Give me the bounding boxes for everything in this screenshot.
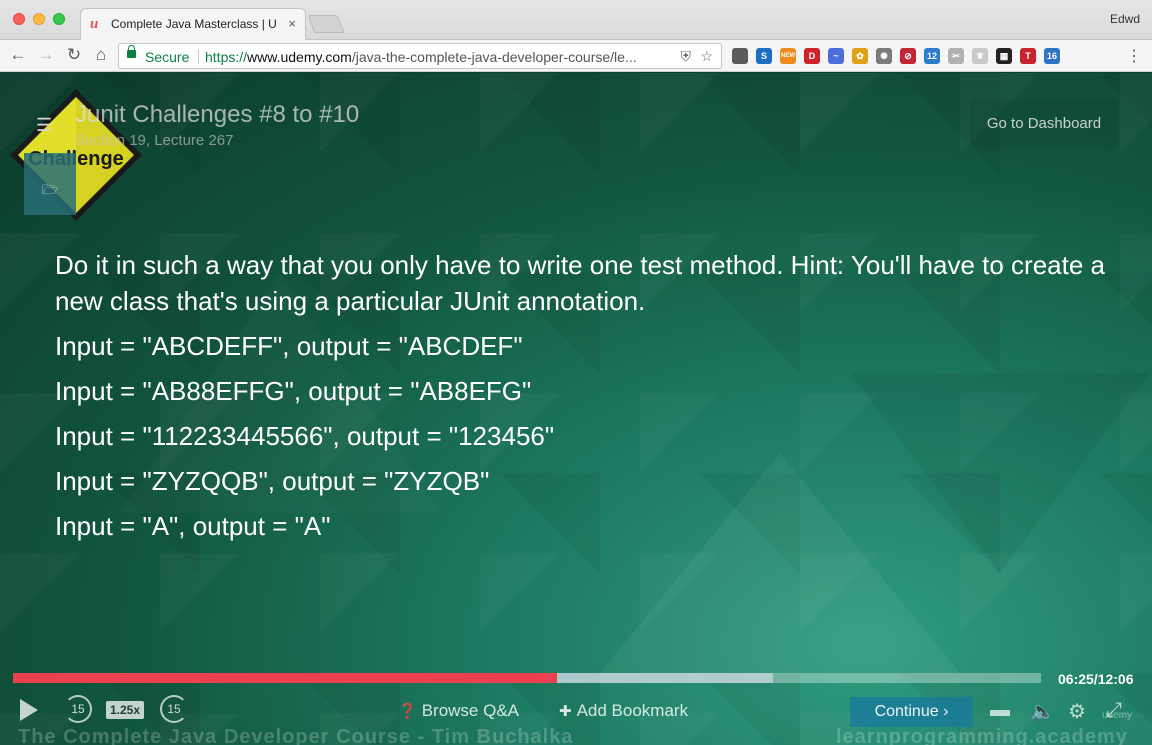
red-d-icon[interactable]: D xyxy=(804,48,820,64)
browser-tab-active[interactable]: u Complete Java Masterclass | U × xyxy=(80,8,306,40)
url-host: www.udemy.com xyxy=(247,49,352,65)
play-icon[interactable] xyxy=(20,699,38,721)
add-bookmark-label: Add Bookmark xyxy=(576,701,689,720)
s-icon[interactable]: S xyxy=(756,48,772,64)
block-icon[interactable]: ⊘ xyxy=(900,48,916,64)
new-badge-icon[interactable]: NEW xyxy=(780,48,796,64)
browser-menu-icon[interactable]: ⋮ xyxy=(1126,46,1142,66)
captions-icon[interactable]: ▬ xyxy=(990,699,1010,722)
site-extension-icon[interactable]: ⛨ xyxy=(681,48,692,65)
window-minimize-button[interactable] xyxy=(33,13,45,25)
lecture-title: Junit Challenges #8 to #10 xyxy=(75,101,360,128)
grid-icon[interactable]: ▦ xyxy=(996,48,1012,64)
new-tab-button[interactable] xyxy=(307,15,345,33)
settings-gear-icon[interactable]: ⚙ xyxy=(1068,699,1086,724)
slide-content: Do it in such a way that you only have t… xyxy=(55,247,1105,553)
secure-label: Secure xyxy=(145,49,190,65)
reload-icon[interactable]: ↻ xyxy=(64,45,84,65)
bookmark-star-icon[interactable]: ☆ xyxy=(700,48,713,65)
browser-titlebar: u Complete Java Masterclass | U × Edwd xyxy=(0,0,1152,40)
add-bookmark-button[interactable]: ✚ Add Bookmark xyxy=(559,701,688,721)
slide-example-line: Input = "ZYZQQB", output = "ZYZQB" xyxy=(55,466,490,496)
slide-example-line: Input = "ABCDEFF", output = "ABCDEF" xyxy=(55,331,523,361)
window-close-button[interactable] xyxy=(13,13,25,25)
slide-hint-text: Do it in such a way that you only have t… xyxy=(55,250,1105,316)
extensions-bar: S NEW D ~ ✿ ✺ ⊘ 12 ✂ ❦ ▦ T 16 xyxy=(732,45,1060,67)
browse-qa-label: Browse Q&A xyxy=(421,701,519,720)
go-to-dashboard-button[interactable]: Go to Dashboard xyxy=(970,99,1118,149)
s12-icon[interactable]: 12 xyxy=(924,48,940,64)
slide-example-line: Input = "A", output = "A" xyxy=(55,511,331,541)
udemy-favicon-icon: u xyxy=(90,16,99,32)
url-text[interactable]: https://www.udemy.com/java-the-complete-… xyxy=(205,49,665,65)
calendar16-icon[interactable]: 16 xyxy=(1044,48,1060,64)
multicolor-icon[interactable]: ✿ xyxy=(852,48,868,64)
evernote-icon[interactable] xyxy=(732,48,748,64)
time-display: 06:25/12:06 xyxy=(1058,671,1134,687)
browser-toolbar: ← → ↻ ⌂ Secure https://www.udemy.com/jav… xyxy=(0,40,1152,72)
rewind-15-icon[interactable]: 15 xyxy=(64,695,92,723)
swirl-icon[interactable]: ~ xyxy=(828,48,844,64)
forward-15-icon[interactable]: 15 xyxy=(160,695,188,723)
back-arrow-icon[interactable]: ← xyxy=(8,45,28,65)
scissors-icon[interactable]: ✂ xyxy=(948,48,964,64)
udemy-brand: udemy xyxy=(1102,710,1133,721)
video-player[interactable]: Challenge 🗁 ☰ Junit Challenges #8 to #10… xyxy=(0,73,1152,745)
address-bar[interactable]: Secure https://www.udemy.com/java-the-co… xyxy=(118,43,722,69)
bookmark-plus-icon: ✚ xyxy=(559,703,572,720)
question-icon: ❓ xyxy=(398,703,417,720)
video-progress-bar[interactable] xyxy=(13,673,1041,683)
continue-button[interactable]: Continue › xyxy=(850,697,973,727)
browse-qa-button[interactable]: ❓ Browse Q&A xyxy=(398,701,519,721)
profile-name[interactable]: Edwd xyxy=(1110,12,1140,26)
t-icon[interactable]: T xyxy=(1020,48,1036,64)
lock-icon xyxy=(127,45,136,58)
volume-icon[interactable]: 🔈 xyxy=(1030,699,1055,724)
omnibox-divider xyxy=(198,49,199,64)
slide-example-line: Input = "AB88EFFG", output = "AB8EFG" xyxy=(55,376,532,406)
playback-rate-button[interactable]: 1.25x xyxy=(106,701,144,719)
curriculum-list-icon[interactable]: ☰ xyxy=(36,115,52,136)
forward-arrow-icon[interactable]: → xyxy=(36,45,56,65)
window-maximize-button[interactable] xyxy=(53,13,65,25)
leaf-icon[interactable]: ❦ xyxy=(972,48,988,64)
site-watermark: learnprogramming.academy xyxy=(836,726,1128,745)
tab-close-icon[interactable]: × xyxy=(288,16,296,31)
folder-icon[interactable]: 🗁 xyxy=(42,181,58,203)
url-protocol: https:// xyxy=(205,49,248,65)
gear-ext-icon[interactable]: ✺ xyxy=(876,48,892,64)
progress-played xyxy=(13,673,557,683)
lecture-subtitle: Section 19, Lecture 267 xyxy=(75,132,234,149)
home-icon[interactable]: ⌂ xyxy=(91,45,111,65)
player-control-bar: The Complete Java Developer Course - Tim… xyxy=(0,691,1152,745)
tab-title: Complete Java Masterclass | U xyxy=(111,17,277,31)
url-path: /java-the-complete-java-developer-course… xyxy=(351,49,637,65)
slide-example-line: Input = "112233445566", output = "123456… xyxy=(55,421,555,451)
course-watermark: The Complete Java Developer Course - Tim… xyxy=(18,726,574,745)
